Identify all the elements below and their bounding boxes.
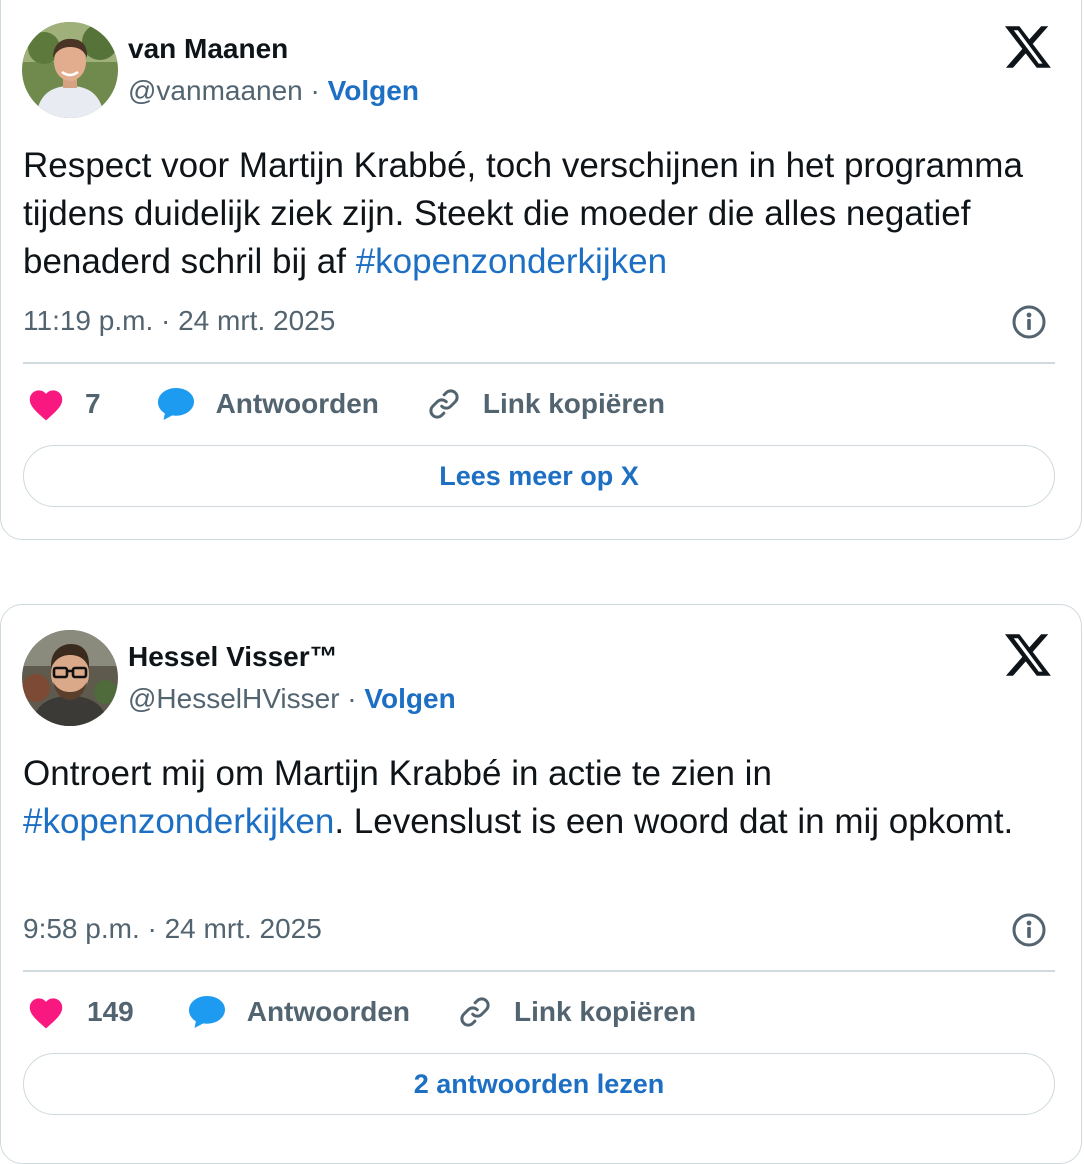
reply-button[interactable]: Antwoorden: [157, 387, 379, 421]
link-icon: [456, 994, 494, 1030]
speech-bubble-icon: [157, 387, 195, 421]
tweet-card-vanmaanen: van Maanen @vanmaanen · Volgen Respect v…: [0, 0, 1082, 540]
x-logo-icon[interactable]: [1005, 634, 1051, 676]
action-bar: 7 Antwoorden Link kopiëren: [27, 384, 665, 424]
tweet-text-main: Ontroert mij om Martijn Krabbé in actie …: [23, 754, 772, 793]
reply-label: Antwoorden: [246, 996, 411, 1027]
like-count: 149: [87, 996, 134, 1027]
tweet-text-tail: . Levenslust is een woord dat in mij opk…: [334, 802, 1014, 841]
copy-link-button[interactable]: Link kopiëren: [456, 994, 696, 1030]
follow-button[interactable]: Volgen: [328, 75, 419, 106]
divider: [23, 362, 1055, 364]
speech-bubble-icon: [188, 995, 226, 1029]
avatar[interactable]: [22, 22, 118, 118]
info-icon[interactable]: [1011, 912, 1047, 948]
like-button[interactable]: 149: [27, 995, 134, 1029]
hashtag-link[interactable]: #kopenzonderkijken: [23, 802, 334, 841]
link-icon: [425, 386, 463, 422]
heart-icon: [27, 995, 65, 1029]
author-name[interactable]: van Maanen: [128, 32, 288, 66]
hashtag-link[interactable]: #kopenzonderkijken: [356, 242, 667, 281]
separator-dot: ·: [302, 75, 328, 106]
author-handle[interactable]: @vanmaanen: [128, 75, 303, 106]
reply-label: Antwoorden: [215, 388, 379, 419]
reply-button[interactable]: Antwoorden: [188, 995, 410, 1029]
author-handle-row: @HesselHVisser · Volgen: [128, 682, 456, 716]
follow-button[interactable]: Volgen: [364, 683, 455, 714]
read-more-button[interactable]: Lees meer op X: [23, 445, 1055, 507]
like-button[interactable]: 7: [27, 387, 101, 421]
heart-icon: [27, 387, 65, 421]
x-logo-icon[interactable]: [1005, 26, 1051, 68]
copy-link-button[interactable]: Link kopiëren: [425, 386, 665, 422]
info-icon[interactable]: [1011, 304, 1047, 340]
author-name[interactable]: Hessel Visser™: [128, 640, 338, 674]
author-handle[interactable]: @HesselHVisser: [128, 683, 340, 714]
tweet-card-hesselvisser: Hessel Visser™ @HesselHVisser · Volgen O…: [0, 604, 1082, 1164]
copy-link-label: Link kopiëren: [514, 996, 697, 1027]
tweet-text: Ontroert mij om Martijn Krabbé in actie …: [23, 750, 1063, 846]
tweet-timestamp[interactable]: 11:19 p.m. · 24 mrt. 2025: [23, 304, 335, 338]
author-handle-row: @vanmaanen · Volgen: [128, 74, 419, 108]
action-bar: 149 Antwoorden Link kopiëren: [27, 992, 696, 1032]
tweet-timestamp[interactable]: 9:58 p.m. · 24 mrt. 2025: [23, 912, 322, 946]
like-count: 7: [85, 388, 101, 419]
copy-link-label: Link kopiëren: [482, 388, 665, 419]
read-replies-button[interactable]: 2 antwoorden lezen: [23, 1053, 1055, 1115]
avatar[interactable]: [22, 630, 118, 726]
separator-dot: ·: [339, 683, 365, 714]
divider: [23, 970, 1055, 972]
tweet-text: Respect voor Martijn Krabbé, toch versch…: [23, 142, 1063, 286]
